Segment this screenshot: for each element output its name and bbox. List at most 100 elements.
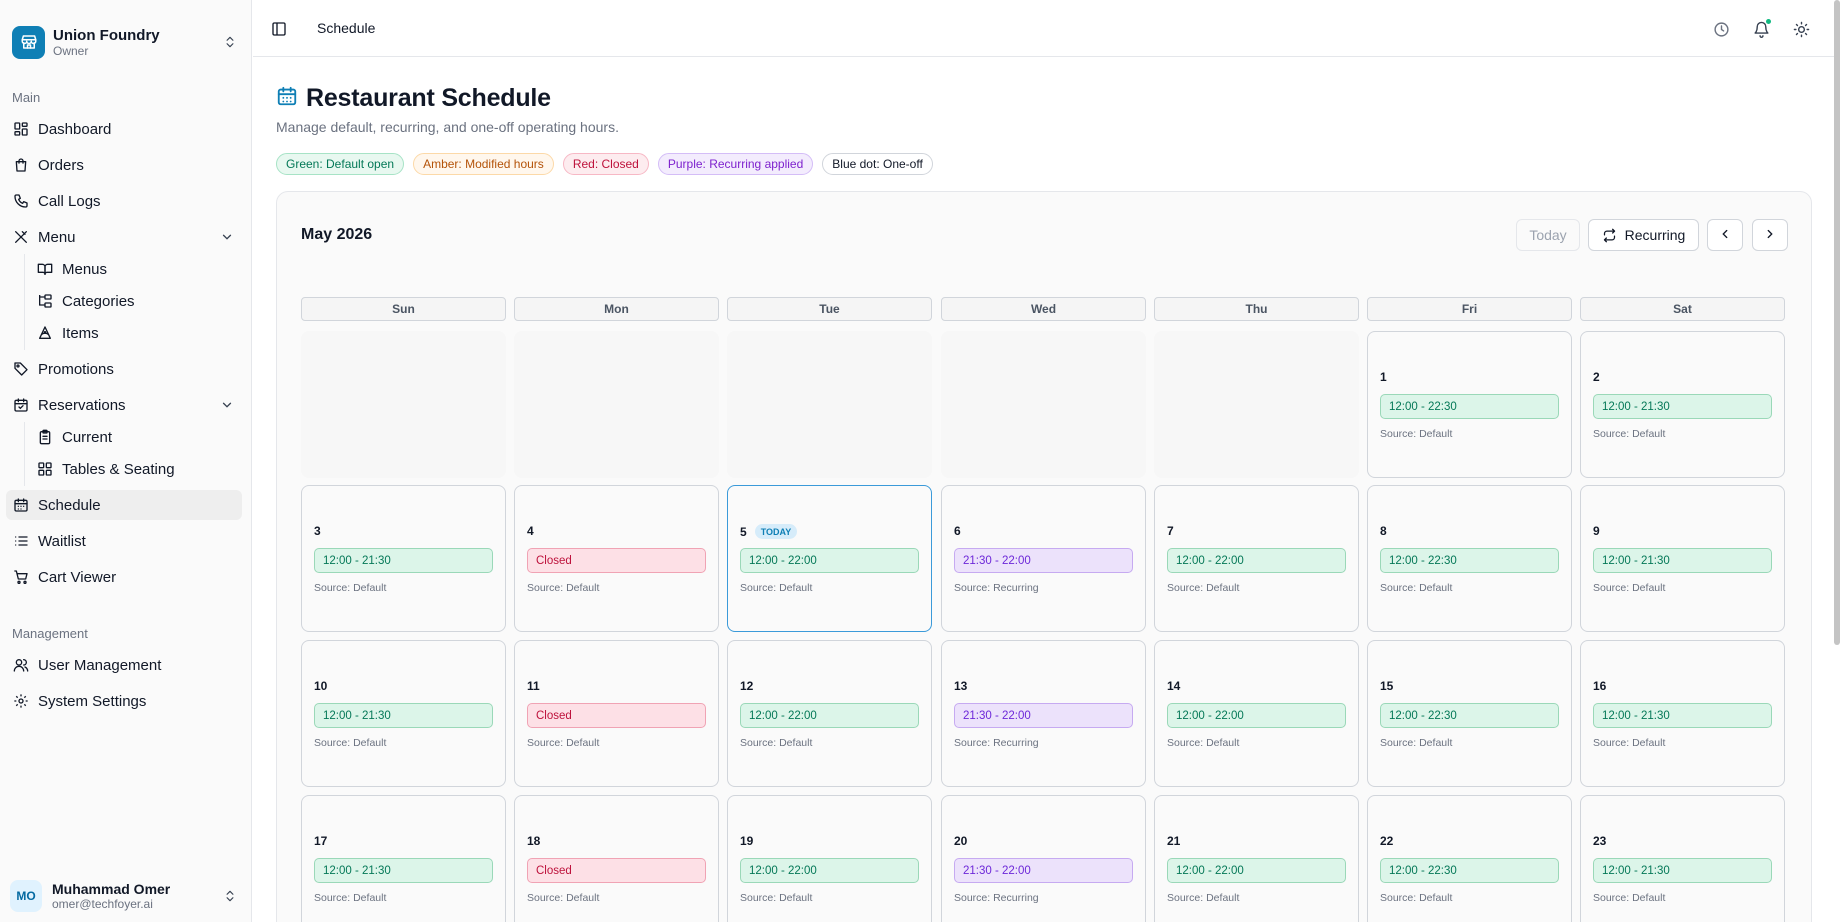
hours-pill[interactable]: 12:00 - 21:30 — [1593, 548, 1772, 573]
sidebar-item-reservations[interactable]: Reservations — [6, 390, 242, 420]
sidebar-item-waitlist[interactable]: Waitlist — [6, 526, 242, 556]
day-cell[interactable]: 12 12:00 - 22:00 Source: Default — [727, 640, 932, 787]
sidebar-item-categories[interactable]: Categories — [30, 286, 242, 316]
hours-pill[interactable]: 12:00 - 22:30 — [1380, 703, 1559, 728]
hours-pill[interactable]: 12:00 - 22:30 — [1380, 394, 1559, 419]
day-cell[interactable]: 15 12:00 - 22:30 Source: Default — [1367, 640, 1572, 787]
topbar: Schedule — [253, 0, 1840, 57]
hours-pill[interactable]: 12:00 - 22:00 — [740, 858, 919, 883]
sidebar-item-menu[interactable]: Menu — [6, 222, 242, 252]
hours-pill[interactable]: 12:00 - 22:30 — [1380, 858, 1559, 883]
hours-pill[interactable]: 12:00 - 21:30 — [314, 858, 493, 883]
scrollbar[interactable] — [1834, 0, 1840, 645]
today-button[interactable]: Today — [1516, 219, 1580, 251]
day-number-text: 9 — [1593, 524, 1600, 538]
day-cell[interactable]: 19 12:00 - 22:00 Source: Default — [727, 795, 932, 922]
hours-pill[interactable]: Closed — [527, 548, 706, 573]
day-number-text: 11 — [527, 679, 540, 693]
sidebar-item-current[interactable]: Current — [30, 422, 242, 452]
day-cell[interactable]: 3 12:00 - 21:30 Source: Default — [301, 485, 506, 632]
source-label: Source: Recurring — [954, 737, 1039, 749]
hours-pill[interactable]: 12:00 - 21:30 — [314, 703, 493, 728]
sidebar-item-promotions[interactable]: Promotions — [6, 354, 242, 384]
day-cell[interactable]: 13 21:30 - 22:00 Source: Recurring — [941, 640, 1146, 787]
sun-icon[interactable] — [1790, 18, 1812, 40]
sidebar-item-items[interactable]: Items — [30, 318, 242, 348]
phone-icon — [12, 192, 30, 210]
day-cell[interactable]: 2 12:00 - 21:30 Source: Default — [1580, 331, 1785, 478]
source-label: Source: Default — [314, 892, 387, 904]
next-month-button[interactable] — [1752, 219, 1788, 251]
folder-tree-icon — [36, 292, 54, 310]
sidebar-toggle-icon[interactable] — [269, 19, 289, 39]
clock-icon[interactable] — [1710, 18, 1732, 40]
hours-pill[interactable]: 12:00 - 22:00 — [1167, 858, 1346, 883]
day-cell[interactable]: 18 Closed Source: Default — [514, 795, 719, 922]
day-number: 15 — [1380, 679, 1393, 693]
sidebar-item-dashboard[interactable]: Dashboard — [6, 114, 242, 144]
sidebar-item-system-settings[interactable]: System Settings — [6, 686, 242, 716]
hours-pill[interactable]: 12:00 - 22:00 — [740, 548, 919, 573]
hours-pill[interactable]: 12:00 - 22:00 — [1167, 548, 1346, 573]
day-cell[interactable]: 22 12:00 - 22:30 Source: Default — [1367, 795, 1572, 922]
hours-pill[interactable]: Closed — [527, 858, 706, 883]
recurring-button[interactable]: Recurring — [1588, 219, 1699, 251]
sidebar-item-label: Categories — [62, 292, 135, 310]
hours-pill[interactable]: 21:30 - 22:00 — [954, 703, 1133, 728]
weekday-header: Fri — [1367, 297, 1572, 321]
hours-pill[interactable]: 12:00 - 22:00 — [740, 703, 919, 728]
day-cell[interactable]: 5 TODAY 12:00 - 22:00 Source: Default — [727, 485, 932, 632]
hours-pill[interactable]: Closed — [527, 703, 706, 728]
sidebar-item-label: Schedule — [38, 496, 101, 514]
calendar-icon — [276, 85, 298, 112]
sidebar-item-call-logs[interactable]: Call Logs — [6, 186, 242, 216]
section-label-main: Main — [12, 90, 41, 105]
day-cell[interactable]: 16 12:00 - 21:30 Source: Default — [1580, 640, 1785, 787]
hours-pill[interactable]: 21:30 - 22:00 — [954, 858, 1133, 883]
day-cell[interactable]: 20 21:30 - 22:00 Source: Recurring — [941, 795, 1146, 922]
sidebar-item-menus[interactable]: Menus — [30, 254, 242, 284]
avatar: MO — [10, 880, 42, 912]
submenu-line — [24, 422, 25, 486]
hours-pill[interactable]: 12:00 - 21:30 — [1593, 858, 1772, 883]
hours-pill[interactable]: 12:00 - 21:30 — [1593, 703, 1772, 728]
day-cell[interactable]: 7 12:00 - 22:00 Source: Default — [1154, 485, 1359, 632]
sidebar-item-cart-viewer[interactable]: Cart Viewer — [6, 562, 242, 592]
user-menu[interactable]: MO Muhammad Omer omer@techfoyer.ai — [10, 878, 240, 914]
day-cell[interactable]: 17 12:00 - 21:30 Source: Default — [301, 795, 506, 922]
bell-icon[interactable] — [1750, 18, 1772, 40]
hours-pill[interactable]: 21:30 - 22:00 — [954, 548, 1133, 573]
prev-month-button[interactable] — [1707, 219, 1743, 251]
day-cell[interactable]: 4 Closed Source: Default — [514, 485, 719, 632]
day-number-text: 17 — [314, 834, 328, 848]
sidebar-item-tables-seating[interactable]: Tables & Seating — [30, 454, 242, 484]
hours-pill[interactable]: 12:00 - 22:00 — [1167, 703, 1346, 728]
day-number-text: 1 — [1380, 370, 1387, 384]
org-switcher[interactable]: Union Foundry Owner — [12, 24, 240, 60]
day-cell[interactable]: 1 12:00 - 22:30 Source: Default — [1367, 331, 1572, 478]
day-cell-empty — [514, 331, 719, 478]
day-cell[interactable]: 9 12:00 - 21:30 Source: Default — [1580, 485, 1785, 632]
day-cell[interactable]: 14 12:00 - 22:00 Source: Default — [1154, 640, 1359, 787]
hours-pill[interactable]: 12:00 - 22:30 — [1380, 548, 1559, 573]
day-cell[interactable]: 6 21:30 - 22:00 Source: Recurring — [941, 485, 1146, 632]
sidebar-item-label: Current — [62, 428, 113, 446]
sidebar-item-orders[interactable]: Orders — [6, 150, 242, 180]
repeat-icon — [1602, 228, 1617, 243]
day-cell[interactable]: 8 12:00 - 22:30 Source: Default — [1367, 485, 1572, 632]
page-subtitle: Manage default, recurring, and one-off o… — [276, 119, 619, 135]
sidebar-item-label: Reservations — [38, 396, 126, 414]
sidebar-item-schedule[interactable]: Schedule — [6, 490, 242, 520]
hours-pill[interactable]: 12:00 - 21:30 — [314, 548, 493, 573]
day-number: 12 — [740, 679, 753, 693]
sidebar-item-user-management[interactable]: User Management — [6, 650, 242, 680]
day-cell[interactable]: 21 12:00 - 22:00 Source: Default — [1154, 795, 1359, 922]
day-cell[interactable]: 23 12:00 - 21:30 Source: Default — [1580, 795, 1785, 922]
org-role: Owner — [53, 43, 89, 58]
day-cell[interactable]: 11 Closed Source: Default — [514, 640, 719, 787]
day-cell[interactable]: 10 12:00 - 21:30 Source: Default — [301, 640, 506, 787]
day-number-text: 19 — [740, 834, 754, 848]
source-label: Source: Default — [740, 582, 813, 594]
hours-pill[interactable]: 12:00 - 21:30 — [1593, 394, 1772, 419]
sidebar-item-label: Waitlist — [38, 532, 86, 550]
